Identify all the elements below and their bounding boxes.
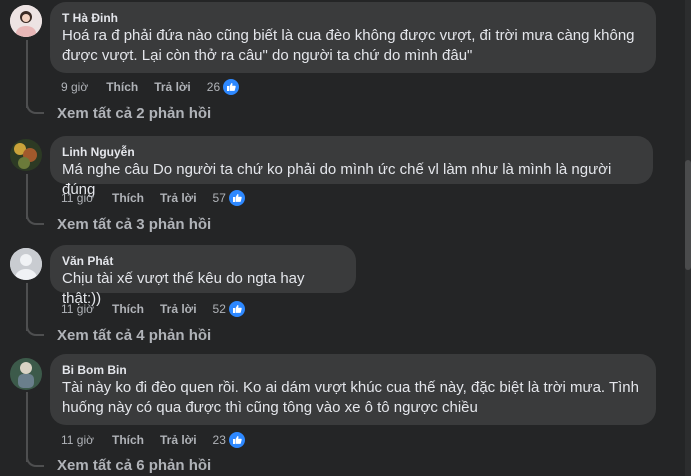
comment-actions: 11 giờ Thích Trả lời 23 (61, 432, 245, 448)
scrollbar-thumb[interactable] (685, 160, 691, 270)
avatar-image-icon (10, 139, 42, 171)
reaction-count[interactable]: 26 (207, 79, 220, 95)
comment-actions: 11 giờ Thích Trả lời 52 (61, 301, 245, 317)
thumbs-up-icon[interactable] (228, 190, 245, 206)
thread-line (26, 40, 28, 108)
comment-text-line: huống này có qua được thì cũng tông vào … (62, 399, 478, 416)
comment-text-line: Hoá ra đ phải đứa nào cũng biết là cua đ… (62, 27, 635, 44)
comment-author[interactable]: Văn Phát (62, 253, 344, 269)
thread-line (26, 174, 28, 219)
reaction-count[interactable]: 52 (213, 301, 226, 317)
thread-elbow (26, 104, 44, 114)
view-replies-link[interactable]: Xem tất cả 2 phản hồi (57, 104, 211, 124)
reply-button[interactable]: Trả lời (160, 432, 197, 448)
view-replies-link[interactable]: Xem tất cả 3 phản hồi (57, 215, 211, 235)
comment-actions: 11 giờ Thích Trả lời 57 (61, 190, 245, 206)
thread-elbow (26, 215, 44, 225)
like-button[interactable]: Thích (106, 79, 138, 95)
comment-time[interactable]: 9 giờ (61, 79, 88, 95)
comment-author[interactable]: T Hà Đinh (62, 10, 644, 26)
thread-elbow (26, 326, 44, 336)
comment-bubble: T Hà Đinh Hoá ra đ phải đứa nào cũng biế… (50, 2, 656, 73)
comment-time[interactable]: 11 giờ (61, 301, 94, 317)
comment-author[interactable]: Linh Nguyễn (62, 144, 641, 160)
like-button[interactable]: Thích (112, 432, 144, 448)
thumbs-up-icon[interactable] (228, 301, 245, 317)
reply-button[interactable]: Trả lời (160, 190, 197, 206)
reply-button[interactable]: Trả lời (160, 301, 197, 317)
reaction-count[interactable]: 57 (213, 190, 226, 206)
avatar[interactable] (10, 139, 42, 171)
thumbs-up-icon[interactable] (223, 79, 240, 95)
thread-line (26, 283, 28, 331)
reaction-count[interactable]: 23 (213, 432, 226, 448)
comment-actions: 9 giờ Thích Trả lời 26 (61, 79, 240, 95)
thread-line (26, 392, 28, 462)
view-replies-link[interactable]: Xem tất cả 6 phản hồi (57, 456, 211, 476)
comment-author[interactable]: Bi Bom Bin (62, 362, 644, 378)
thumbs-up-icon[interactable] (228, 432, 245, 448)
comment-text-line: Tài này ko đi đèo quen rồi. Ko ai dám vư… (62, 379, 639, 396)
default-avatar-icon (10, 248, 42, 280)
reply-button[interactable]: Trả lời (154, 79, 191, 95)
comment-time[interactable]: 11 giờ (61, 190, 94, 206)
like-button[interactable]: Thích (112, 190, 144, 206)
thread-elbow (26, 457, 44, 467)
like-button[interactable]: Thích (112, 301, 144, 317)
comment-bubble: Bi Bom Bin Tài này ko đi đèo quen rồi. K… (50, 354, 656, 425)
avatar[interactable] (10, 358, 42, 390)
avatar[interactable] (10, 5, 42, 37)
comment-bubble: Linh Nguyễn Má nghe câu Do người ta chứ … (50, 136, 653, 198)
comment-text-line: được vượt. Lại còn thở ra câu" do người … (62, 47, 473, 64)
avatar-image-icon (10, 358, 42, 390)
view-replies-link[interactable]: Xem tất cả 4 phản hồi (57, 326, 211, 346)
avatar[interactable] (10, 248, 42, 280)
comment-bubble: Văn Phát Chịu tài xế vượt thế kêu do ngt… (50, 245, 356, 307)
comment-time[interactable]: 11 giờ (61, 432, 94, 448)
avatar-image-icon (10, 5, 42, 37)
